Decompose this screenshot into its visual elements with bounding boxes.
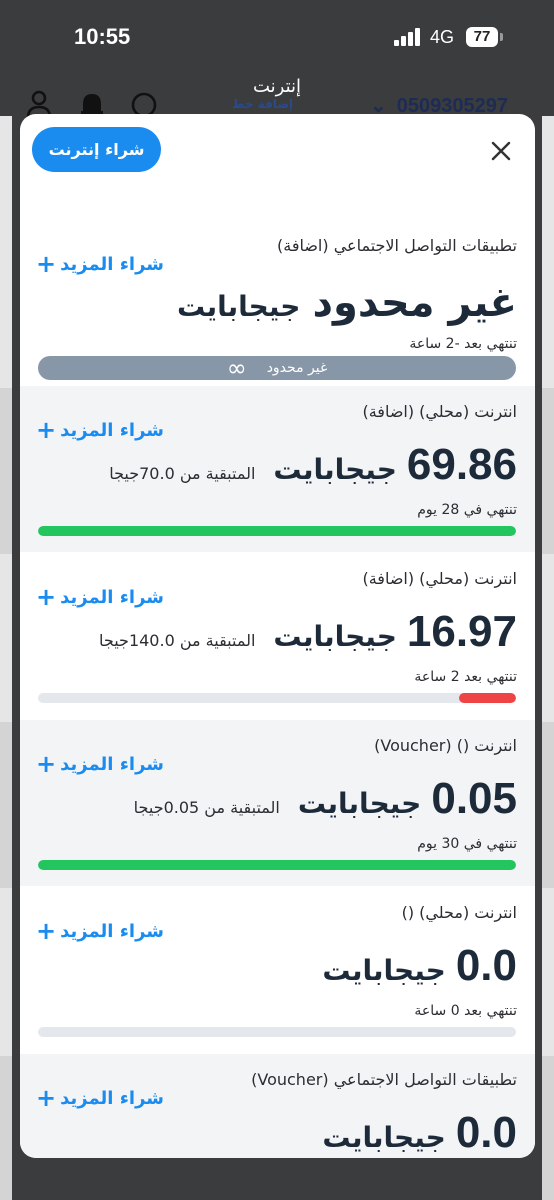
expiry-label: تنتهي بعد 2 ساعة [414,669,517,685]
close-icon[interactable] [488,138,514,164]
buy-more-button[interactable]: + شراء المزيد [36,252,164,276]
package-card: انترنت (محلي) (اضافة) + شراء المزيد المتبقي… [20,386,535,552]
usage-bar [38,693,516,703]
usage-bar-fill [458,693,516,703]
buy-more-button[interactable]: + شراء المزيد [36,1086,164,1110]
plus-icon: + [36,750,57,778]
package-card: انترنت (محلي) (اضافة) + شراء المزيد المتبقي… [20,553,535,719]
usage-bar-fill [38,526,516,536]
background-card-left [0,116,12,1200]
internet-sheet: شراء إنترنت تطبيقات التواصل الاجتماعي (ا… [20,114,535,1158]
package-title: تطبيقات التواصل الاجتماعي (Voucher) [251,1070,517,1089]
unlimited-bar-label: غير محدود [266,360,328,376]
buy-more-button[interactable]: + شراء المزيد [36,585,164,609]
buy-more-label: شراء المزيد [60,753,164,775]
remaining-label: المتبقية من 70.0جيجا [109,464,256,483]
buy-more-label: شراء المزيد [60,253,164,275]
plus-icon: + [36,583,57,611]
package-amount: المتبقية من 70.0جيجا جيجابايت 69.86 [109,440,517,490]
package-title: انترنت () (Voucher) [374,736,517,755]
usage-bar [38,1027,516,1037]
package-amount: المتبقية من 140.0جيجا جيجابايت 16.97 [99,607,517,657]
expiry-label: تنتهي بعد -2 ساعة [409,336,517,352]
buy-more-button[interactable]: + شراء المزيد [36,418,164,442]
unit-label: جيجابايت [297,787,422,820]
expiry-label: تنتهي في 30 يوم [417,836,517,852]
amount-value: 0.0 [455,941,517,990]
usage-bar [38,526,516,536]
unlimited-amount: جيجابايت غير محدود [177,280,517,326]
signal-icon [394,28,422,46]
package-card: تطبيقات التواصل الاجتماعي (Voucher) + شراء… [20,1054,535,1158]
package-amount: جيجابايت 0.0 [304,1108,517,1158]
unit-label: جيجابايت [322,1121,446,1154]
package-card: انترنت () (Voucher) + شراء المزيد المتبقية … [20,720,535,886]
unit-label: جيجابايت [322,954,446,987]
package-title: تطبيقات التواصل الاجتماعي (اضافة) [277,236,517,255]
usage-bar [38,860,516,870]
background-card-right [542,116,554,1200]
usage-bar-fill [38,860,516,870]
package-card: انترنت (محلي) () + شراء المزيد جيجابايت 0.0 ت… [20,887,535,1053]
package-title: انترنت (محلي) () [401,903,517,922]
amount-value: 69.86 [406,440,517,489]
amount-value: 0.05 [431,774,517,823]
plus-icon: + [36,1084,57,1112]
battery-icon: 77 [466,27,498,47]
amount-value: 0.0 [455,1108,517,1157]
buy-more-button[interactable]: + شراء المزيد [36,752,164,776]
unit-label: جيجابايت [176,290,301,323]
unlimited-card: تطبيقات التواصل الاجتماعي (اضافة) + شراء… [20,218,535,386]
expiry-label: تنتهي في 28 يوم [417,502,517,518]
remaining-label: المتبقية من 0.05جيجا [133,798,280,817]
add-line-link[interactable]: إضافة خط [232,97,293,111]
buy-more-label: شراء المزيد [60,419,164,441]
unlimited-label: غير محدود [312,280,517,326]
amount-value: 16.97 [406,607,517,656]
package-title: انترنت (محلي) (اضافة) [362,569,517,588]
buy-more-label: شراء المزيد [60,1087,164,1109]
status-time: 10:55 [74,24,131,49]
remaining-label: المتبقية من 140.0جيجا [99,631,256,650]
unit-label: جيجابايت [273,620,397,653]
network-type: 4G [430,27,455,47]
infinity-icon: ∞ [226,354,247,382]
plus-icon: + [36,250,57,278]
package-title: انترنت (محلي) (اضافة) [362,402,517,421]
buy-internet-button[interactable]: شراء إنترنت [32,127,161,172]
plus-icon: + [36,416,57,444]
plus-icon: + [36,917,57,945]
package-amount: جيجابايت 0.0 [304,941,517,991]
package-amount: المتبقية من 0.05جيجا جيجابايت 0.05 [134,774,517,824]
battery-tip [500,33,503,41]
expiry-label: تنتهي بعد 0 ساعة [414,1003,517,1019]
buy-more-label: شراء المزيد [60,920,164,942]
buy-more-button[interactable]: + شراء المزيد [36,919,164,943]
unit-label: جيجابايت [273,453,397,486]
buy-more-label: شراء المزيد [60,586,164,608]
unlimited-bar: ∞ غير محدود [38,356,516,380]
